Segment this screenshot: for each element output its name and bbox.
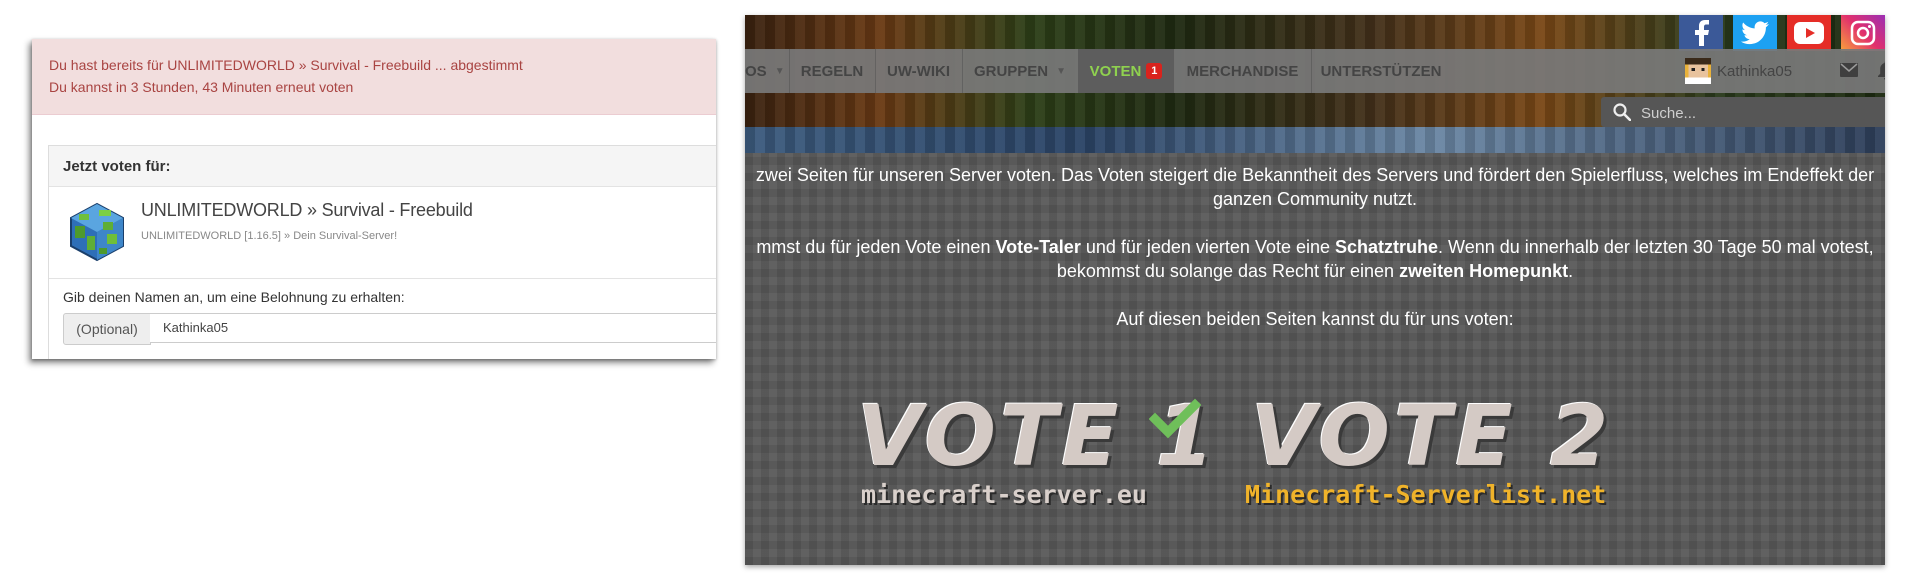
nav-item-merchandise[interactable]: MERCHANDISE: [1174, 49, 1312, 93]
nav-item-label: OS: [745, 62, 767, 80]
facebook-link[interactable]: [1679, 15, 1723, 51]
checkmark-icon: [1149, 398, 1201, 439]
mail-icon[interactable]: [1840, 63, 1858, 77]
user-menu[interactable]: Kathinka05: [1685, 49, 1792, 93]
server-subtitle: UNLIMITEDWORLD [1.16.5] » Dein Survival-…: [141, 230, 398, 242]
server-globe-icon: [70, 202, 124, 262]
vote-page: OS ▼ REGELN UW-WIKI GRUPPEN ▼ VOTEN 1 MERCH…: [745, 15, 1885, 565]
intro-paragraph-line2: ganzen Community nutzt.: [1212, 189, 1418, 209]
facebook-icon: [1695, 20, 1709, 46]
search-input[interactable]: [1639, 97, 1885, 129]
avatar: [1685, 58, 1711, 84]
nav-item-label: MERCHANDISE: [1186, 62, 1299, 80]
homepunkt-highlight: zweiten Homepunkt: [1399, 261, 1569, 281]
already-voted-alert: Du hast bereits für UNLIMITEDWORLD » Sur…: [32, 39, 716, 115]
nav-item-uw-wiki[interactable]: UW-WIKI: [875, 49, 963, 93]
vote-form-header: Jetzt voten für:: [49, 146, 716, 187]
search-bar[interactable]: [1601, 97, 1885, 129]
bell-icon[interactable]: [1877, 61, 1885, 81]
nav-item-label: VOTEN: [1089, 62, 1142, 80]
vote-1-site: minecraft-server.eu: [861, 480, 1147, 509]
nav-item-label: GRUPPEN: [973, 62, 1049, 80]
twitter-icon: [1741, 21, 1769, 45]
optional-addon: (Optional): [63, 313, 151, 345]
username: Kathinka05: [1717, 62, 1793, 80]
nav-item-os[interactable]: OS ▼: [745, 49, 790, 93]
alert-line-voted: Du hast bereits für UNLIMITEDWORLD » Sur…: [49, 57, 523, 73]
chevron-down-icon: ▼: [774, 65, 785, 77]
nav-item-regeln[interactable]: REGELN: [789, 49, 876, 93]
vote-confirmation-panel: Du hast bereits für UNLIMITEDWORLD » Sur…: [32, 39, 716, 359]
vote-2-title: VOTE 2: [1251, 387, 1613, 485]
nav-item-label: REGELN: [800, 62, 864, 80]
vote-2-site: Minecraft-Serverlist.net: [1245, 480, 1607, 509]
vote-sites-heading: Auf diesen beiden Seiten kannst du für u…: [1116, 309, 1514, 329]
vote-form-heading: Jetzt voten für:: [63, 158, 171, 175]
alert-line-next-vote: Du kannst in 3 Stunden, 43 Minuten erneu…: [49, 79, 354, 95]
reward-paragraph-line2: bekommst du solange das Recht für einen …: [1056, 261, 1574, 281]
vote-taler-highlight: Vote-Taler: [995, 237, 1081, 257]
search-icon: [1613, 103, 1631, 121]
vote-1-button[interactable]: VOTE 1 minecraft-server.eu: [857, 387, 1214, 527]
nav-item-gruppen[interactable]: GRUPPEN ▼: [962, 49, 1079, 93]
name-input-group: (Optional): [63, 313, 716, 345]
divider: [49, 278, 716, 279]
reward-paragraph-line1: mmst du für jeden Vote einen Vote-Taler …: [756, 237, 1874, 257]
server-title: UNLIMITEDWORLD » Survival - Freebuild: [141, 200, 473, 220]
main-navbar: OS ▼ REGELN UW-WIKI GRUPPEN ▼ VOTEN 1 MERCH…: [745, 49, 1885, 93]
youtube-link[interactable]: [1787, 15, 1831, 51]
schatztruhe-highlight: Schatztruhe: [1335, 237, 1439, 257]
twitter-link[interactable]: [1733, 15, 1777, 51]
instagram-link[interactable]: [1841, 15, 1885, 51]
name-field-label: Gib deinen Namen an, um eine Belohnung z…: [63, 289, 405, 305]
vote-count-badge: 1: [1146, 63, 1163, 79]
nav-item-label: UW-WIKI: [886, 62, 950, 80]
nav-item-unterstuetzen[interactable]: UNTERSTÜTZEN: [1311, 49, 1451, 93]
chevron-down-icon: ▼: [1056, 65, 1067, 77]
vote-form: Jetzt voten für: UNLIMITEDWORLD » Surviv…: [48, 145, 716, 359]
player-name-input[interactable]: [150, 313, 716, 343]
intro-paragraph-line1: zwei Seiten für unseren Server voten. Da…: [755, 165, 1875, 185]
vote-2-button[interactable]: VOTE 2 Minecraft-Serverlist.net: [1245, 387, 1608, 527]
nav-item-label: UNTERSTÜTZEN: [1320, 62, 1442, 80]
nav-item-voten[interactable]: VOTEN 1: [1078, 49, 1174, 93]
youtube-icon: [1794, 22, 1824, 44]
instagram-icon: [1850, 20, 1876, 46]
